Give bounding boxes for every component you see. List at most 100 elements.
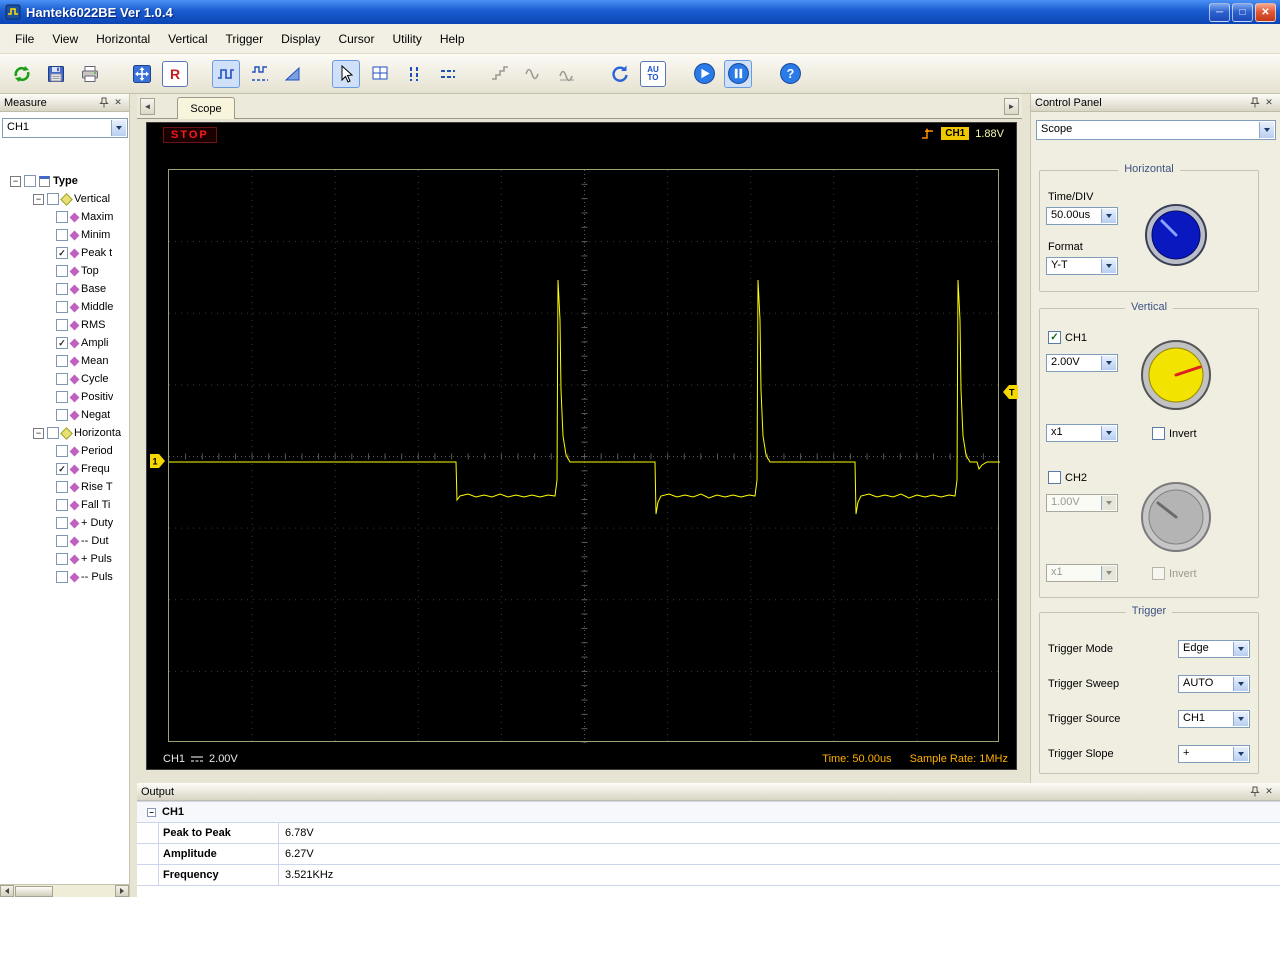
tree-item-mean[interactable]: Mean [0, 352, 129, 370]
combo-arrow-icon[interactable] [1233, 747, 1248, 761]
measure-hscrollbar[interactable] [0, 884, 129, 897]
tree-checkbox[interactable] [47, 193, 59, 205]
output-close-icon[interactable]: ✕ [1262, 785, 1276, 799]
pin-icon[interactable] [1248, 785, 1262, 799]
tree-checkbox[interactable] [56, 265, 68, 277]
tree-checkbox[interactable] [56, 499, 68, 511]
maximize-button[interactable]: □ [1232, 3, 1253, 22]
tree-item-period[interactable]: Period [0, 442, 129, 460]
refresh-button[interactable] [606, 60, 634, 88]
tree-item-vertical[interactable]: −Vertical [0, 190, 129, 208]
dual-wave-button[interactable] [246, 60, 274, 88]
channel1-level-marker[interactable]: 1 [150, 454, 166, 471]
pan-button[interactable] [128, 60, 156, 88]
trigger-slope-select[interactable]: + [1178, 745, 1250, 763]
tree-checkbox[interactable] [56, 535, 68, 547]
scroll-thumb[interactable] [15, 886, 53, 897]
combo-arrow-icon[interactable] [111, 120, 126, 136]
tree-checkbox[interactable] [56, 553, 68, 565]
start-button[interactable] [690, 60, 718, 88]
combo-arrow-icon[interactable] [1259, 122, 1274, 138]
pause-button[interactable] [724, 60, 752, 88]
ramp-wave-button[interactable] [280, 60, 308, 88]
tree-checkbox[interactable]: ✓ [56, 247, 68, 259]
scope-screen[interactable] [168, 169, 999, 742]
tree-checkbox[interactable] [24, 175, 36, 187]
trigger-mode-select[interactable]: Edge [1178, 640, 1250, 658]
format-select[interactable]: Y-T [1046, 257, 1118, 275]
tab-scope[interactable]: Scope [177, 97, 235, 119]
trigger-source-select[interactable]: CH1 [1178, 710, 1250, 728]
tree-checkbox[interactable] [56, 283, 68, 295]
combo-arrow-icon[interactable] [1233, 642, 1248, 656]
horizontal-cursors-button[interactable] [434, 60, 462, 88]
menu-item-cursor[interactable]: Cursor [329, 28, 383, 50]
open-button[interactable] [8, 60, 36, 88]
combo-arrow-icon[interactable] [1101, 426, 1116, 440]
help-button[interactable]: ? [776, 60, 804, 88]
tree-checkbox[interactable] [56, 391, 68, 403]
tree-item-cycle[interactable]: Cycle [0, 370, 129, 388]
scroll-left-icon[interactable] [0, 885, 14, 897]
expand-icon[interactable]: − [33, 194, 44, 205]
tree-item-horizonta[interactable]: −Horizonta [0, 424, 129, 442]
ch2-enable-row[interactable]: CH2 [1048, 471, 1087, 484]
tree-checkbox[interactable] [56, 229, 68, 241]
tree-item-maxim[interactable]: Maxim [0, 208, 129, 226]
menu-item-help[interactable]: Help [431, 28, 474, 50]
tree-item-rms[interactable]: RMS [0, 316, 129, 334]
expand-icon[interactable]: − [33, 428, 44, 439]
control-close-icon[interactable]: ✕ [1262, 96, 1276, 110]
trigger-level-marker[interactable]: T [1002, 385, 1018, 402]
tree-item-puls[interactable]: + Puls [0, 550, 129, 568]
tree-item-ampli[interactable]: ✓Ampli [0, 334, 129, 352]
ch1-invert-checkbox[interactable] [1152, 427, 1165, 440]
measure-channel-select[interactable]: CH1 [2, 118, 128, 138]
ch2-checkbox[interactable] [1048, 471, 1061, 484]
tree-item-puls[interactable]: -- Puls [0, 568, 129, 586]
collapse-icon[interactable]: − [147, 808, 156, 817]
combo-arrow-icon[interactable] [1233, 677, 1248, 691]
scroll-right-icon[interactable] [115, 885, 129, 897]
menu-item-vertical[interactable]: Vertical [159, 28, 216, 50]
pin-icon[interactable] [1248, 96, 1262, 110]
tree-checkbox[interactable]: ✓ [56, 337, 68, 349]
combo-arrow-icon[interactable] [1101, 259, 1116, 273]
save-button[interactable] [42, 60, 70, 88]
tree-checkbox[interactable] [56, 319, 68, 331]
tree-item-frequ[interactable]: ✓Frequ [0, 460, 129, 478]
grid-tool-button[interactable] [366, 60, 394, 88]
menu-item-view[interactable]: View [43, 28, 87, 50]
tree-checkbox[interactable] [47, 427, 59, 439]
ch1-enable-row[interactable]: ✓ CH1 [1048, 331, 1087, 344]
menu-item-trigger[interactable]: Trigger [217, 28, 273, 50]
time-div-select[interactable]: 50.00us [1046, 207, 1118, 225]
menu-item-utility[interactable]: Utility [383, 28, 430, 50]
tree-checkbox[interactable] [56, 301, 68, 313]
record-button[interactable]: R [162, 61, 188, 87]
output-group-row[interactable]: − CH1 [137, 802, 1280, 823]
tab-scroll-right-icon[interactable]: ► [1004, 98, 1019, 115]
tree-checkbox[interactable]: ✓ [56, 463, 68, 475]
pointer-tool-button[interactable] [332, 60, 360, 88]
panel-mode-select[interactable]: Scope [1036, 120, 1276, 140]
ch1-position-knob[interactable] [1140, 339, 1212, 414]
combo-arrow-icon[interactable] [1101, 209, 1116, 223]
tree-item-positiv[interactable]: Positiv [0, 388, 129, 406]
tree-checkbox[interactable] [56, 373, 68, 385]
tree-item-middle[interactable]: Middle [0, 298, 129, 316]
tree-checkbox[interactable] [56, 571, 68, 583]
pin-icon[interactable] [97, 96, 111, 110]
ch1-probe-select[interactable]: x1 [1046, 424, 1118, 442]
tree-item-base[interactable]: Base [0, 280, 129, 298]
menu-item-horizontal[interactable]: Horizontal [87, 28, 159, 50]
tree-checkbox[interactable] [56, 409, 68, 421]
ch1-volts-select[interactable]: 2.00V [1046, 354, 1118, 372]
ch1-checkbox[interactable]: ✓ [1048, 331, 1061, 344]
tree-item-type[interactable]: −Type [0, 172, 129, 190]
tree-checkbox[interactable] [56, 517, 68, 529]
print-button[interactable] [76, 60, 104, 88]
tree-item-duty[interactable]: + Duty [0, 514, 129, 532]
horizontal-position-knob[interactable] [1144, 203, 1208, 270]
tree-item-negat[interactable]: Negat [0, 406, 129, 424]
